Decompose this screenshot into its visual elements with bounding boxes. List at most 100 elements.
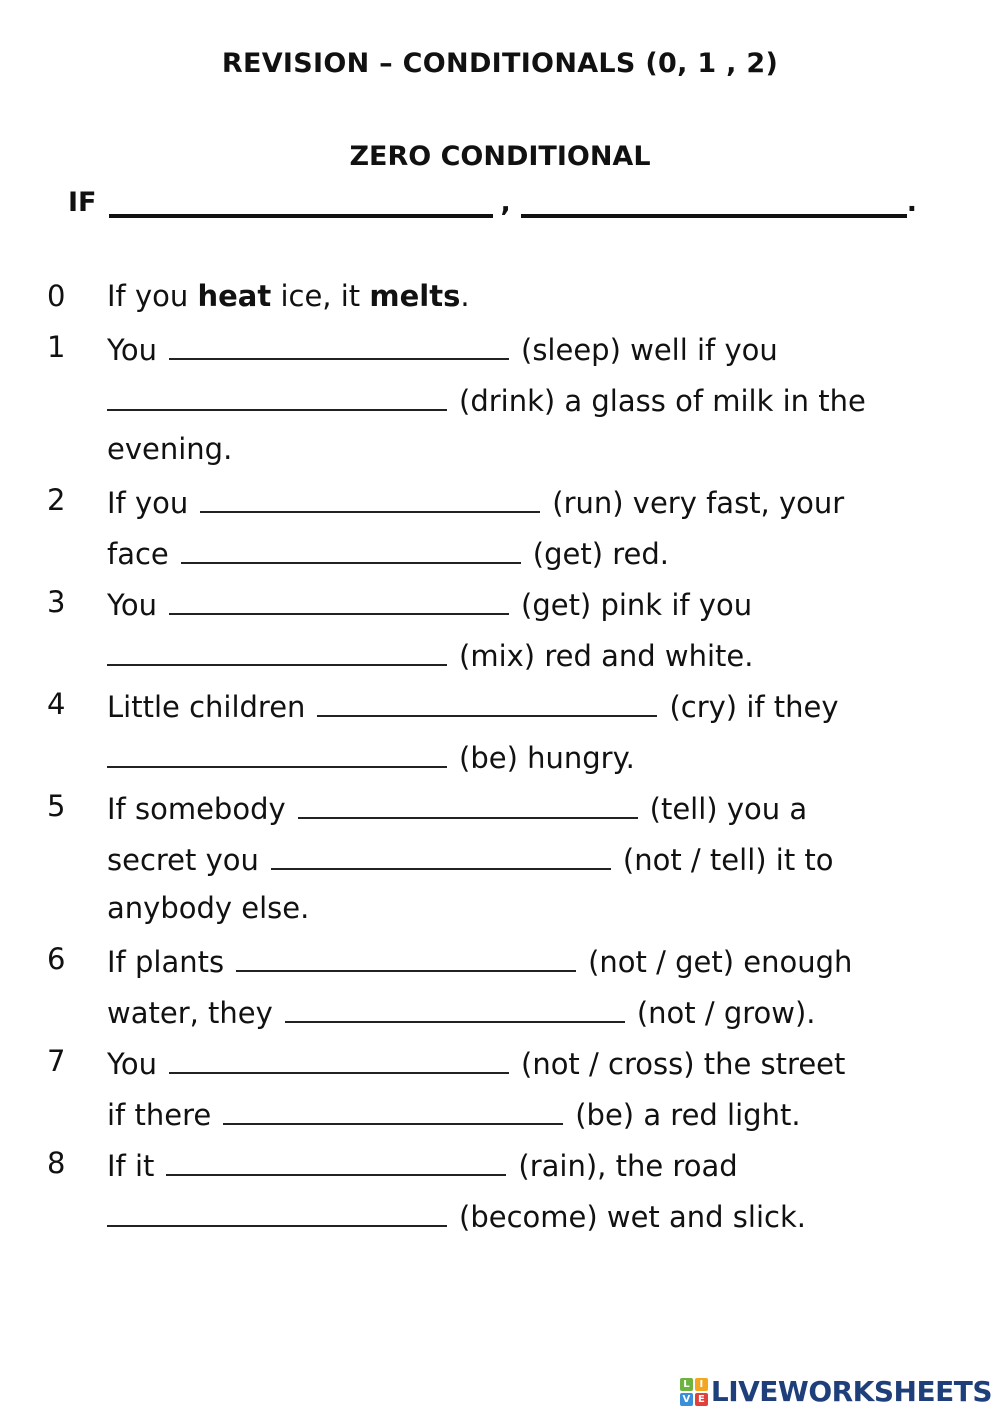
exercise-line: evening. [0, 430, 1000, 481]
sentence-text-after: (cry) if they [669, 690, 839, 724]
sentence-text-before: If plants [107, 945, 225, 979]
answer-blank[interactable] [107, 1195, 447, 1227]
exercise-line: if there (be) a red light. [0, 1093, 1000, 1144]
sentence-text-after: (mix) red and white. [459, 639, 754, 673]
example-text: If you [107, 279, 198, 313]
sentence-text-after: (become) wet and slick. [459, 1200, 806, 1234]
exercise-line: (be) hungry. [0, 736, 1000, 787]
sentence-text-after: (rain), the road [518, 1149, 738, 1183]
exercise-sentence: if there (be) a red light. [107, 1093, 801, 1134]
answer-blank[interactable] [270, 838, 611, 870]
example-line: 0 If you heat ice, it melts. [0, 277, 1000, 328]
sentence-text-after: (drink) a glass of milk in the [459, 384, 866, 418]
exercise-line: (become) wet and slick. [0, 1195, 1000, 1246]
exercise-line: 2 If you (run) very fast, your [0, 481, 1000, 532]
example-number: 0 [47, 279, 66, 313]
exercise-sentence: If it (rain), the road [107, 1144, 738, 1185]
exercise-number: 2 [47, 483, 66, 517]
answer-blank[interactable] [107, 736, 447, 768]
liveworksheets-logo: LIVE LIVEWORKSHEETS [679, 1375, 993, 1408]
answer-blank[interactable] [236, 940, 577, 972]
sentence-text-after: (tell) you a [649, 792, 808, 826]
exercise-sentence: face (get) red. [107, 532, 669, 573]
exercise-sentence: You (get) pink if you [107, 583, 752, 624]
exercise-sentence: You (not / cross) the street [107, 1042, 845, 1083]
exercise-line: 6 If plants (not / get) enough [0, 940, 1000, 991]
exercise-number: 3 [47, 585, 66, 619]
logo-letter-square: E [694, 1392, 708, 1406]
answer-blank[interactable] [317, 685, 658, 717]
worksheet-title: REVISION – CONDITIONALS (0, 1 , 2) [221, 48, 779, 79]
sentence-text-before: secret you [107, 843, 259, 877]
logo-text: LIVEWORKSHEETS [710, 1375, 993, 1408]
sentence-text-after: (sleep) well if you [521, 333, 778, 367]
example-bold-verb: heat [197, 279, 272, 313]
exercise-line: 4 Little children (cry) if they [0, 685, 1000, 736]
formula-period: . [906, 187, 918, 218]
sentence-text-before: If somebody [107, 792, 286, 826]
exercise-sentence: anybody else. [107, 889, 309, 927]
exercise-sentence: (mix) red and white. [107, 634, 753, 675]
formula-comma: , [500, 187, 511, 218]
answer-blank[interactable] [200, 481, 541, 513]
formula-blank-condition [108, 186, 493, 218]
exercise-line: 1 You (sleep) well if you [0, 328, 1000, 379]
answer-blank[interactable] [297, 787, 638, 819]
answer-blank[interactable] [284, 991, 625, 1023]
sentence-text-after: (not / tell) it to [622, 843, 834, 877]
exercise-sentence: If you (run) very fast, your [107, 481, 844, 522]
exercise-line: 5 If somebody (tell) you a [0, 787, 1000, 838]
exercise-line: 8 If it (rain), the road [0, 1144, 1000, 1195]
answer-blank[interactable] [223, 1093, 564, 1125]
exercise-sentence: If somebody (tell) you a [107, 787, 807, 828]
exercise-sentence: water, they (not / grow). [107, 991, 816, 1032]
sentence-text: anybody else. [107, 891, 310, 925]
exercise-number: 7 [47, 1044, 66, 1078]
exercise-sentence: (become) wet and slick. [107, 1195, 806, 1236]
sentence-text-after: (not / grow). [636, 996, 816, 1030]
exercise-number: 6 [47, 942, 66, 976]
sentence-text-after: (be) hungry. [459, 741, 635, 775]
exercise-list: 0 If you heat ice, it melts. 1 You (sleep)… [0, 277, 1000, 1246]
sentence-text-after: (get) pink if you [521, 588, 753, 622]
sentence-text-after: (not / cross) the street [521, 1047, 846, 1081]
sentence-text: evening. [107, 432, 233, 466]
exercise-line: (mix) red and white. [0, 634, 1000, 685]
exercise-sentence: You (sleep) well if you [107, 328, 778, 369]
sentence-text-before: if there [107, 1098, 212, 1132]
exercise-sentence: evening. [107, 430, 232, 468]
example-text: . [460, 279, 470, 313]
sentence-text-before: You [107, 333, 157, 367]
exercise-line: anybody else. [0, 889, 1000, 940]
exercise-sentence: (be) hungry. [107, 736, 635, 777]
exercise-sentence: Little children (cry) if they [107, 685, 839, 726]
exercise-line: water, they (not / grow). [0, 991, 1000, 1042]
answer-blank[interactable] [169, 583, 509, 615]
answer-blank[interactable] [166, 1144, 507, 1176]
answer-blank[interactable] [169, 328, 509, 360]
sentence-text-before: face [107, 537, 169, 571]
exercise-number: 1 [47, 330, 66, 364]
sentence-text-before: If you [107, 486, 189, 520]
exercise-sentence: (drink) a glass of milk in the [107, 379, 866, 420]
exercise-sentence: secret you (not / tell) it to [107, 838, 834, 879]
sentence-text-before: water, they [107, 996, 273, 1030]
logo-squares-icon: LIVE [679, 1377, 708, 1406]
sentence-text-after: (be) a red light. [575, 1098, 801, 1132]
exercise-line: secret you (not / tell) it to [0, 838, 1000, 889]
sentence-text-before: You [107, 588, 157, 622]
example-bold-verb: melts [369, 279, 461, 313]
answer-blank[interactable] [107, 634, 447, 666]
exercise-number: 4 [47, 687, 66, 721]
formula-blank-result [520, 186, 907, 218]
exercise-line: (drink) a glass of milk in the [0, 379, 1000, 430]
sentence-text-before: You [107, 1047, 157, 1081]
answer-blank[interactable] [107, 379, 447, 411]
answer-blank[interactable] [169, 1042, 509, 1074]
answer-blank[interactable] [180, 532, 521, 564]
exercise-line: face (get) red. [0, 532, 1000, 583]
exercise-line: 7 You (not / cross) the street [0, 1042, 1000, 1093]
logo-letter-square: L [679, 1377, 693, 1391]
sentence-text-after: (run) very fast, your [552, 486, 845, 520]
sentence-text-after: (not / get) enough [588, 945, 853, 979]
